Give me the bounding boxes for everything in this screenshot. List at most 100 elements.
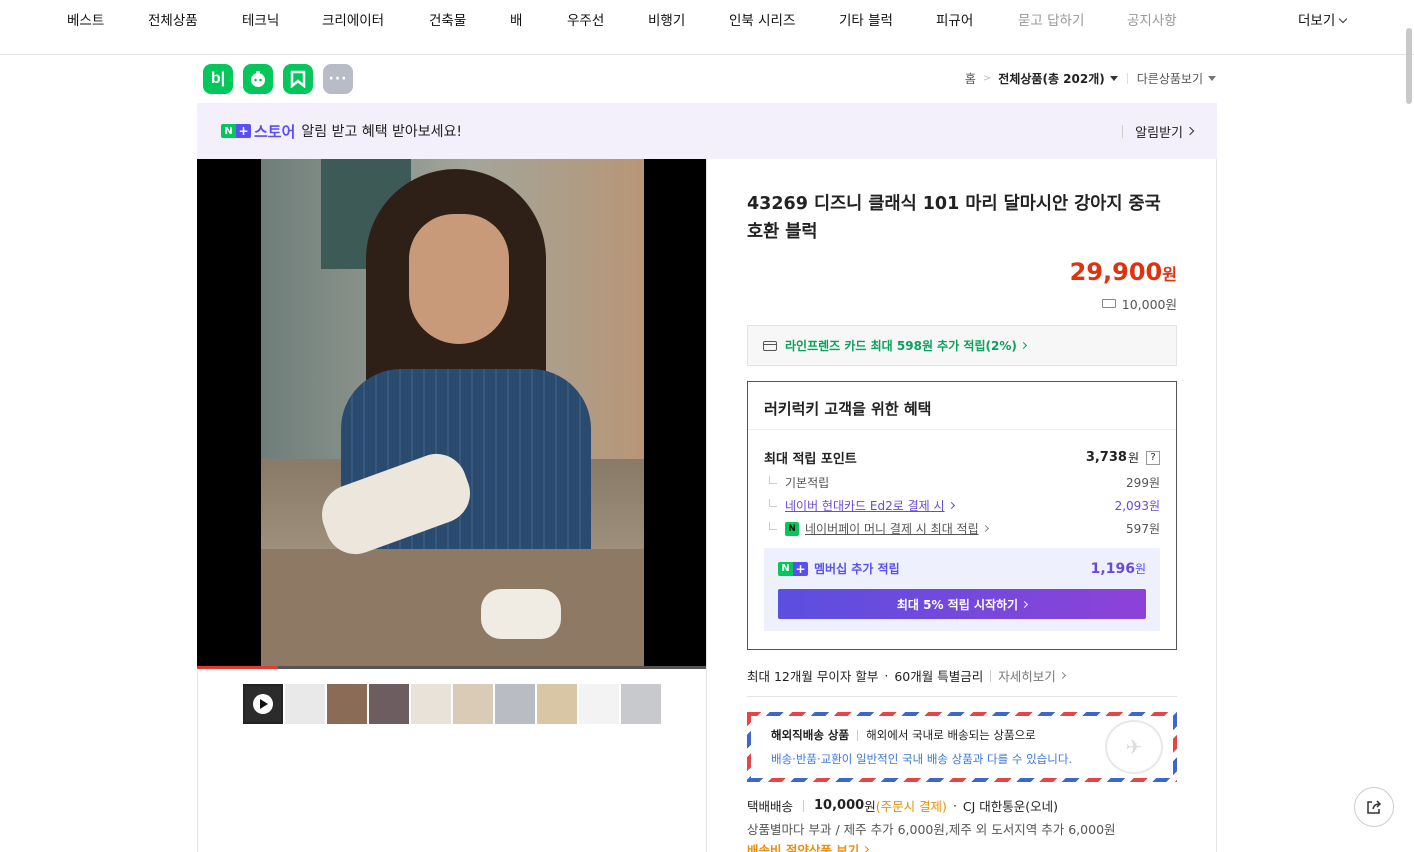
membership-box: N + 멤버십 추가 적립 1,196원 최대 5% 적립 시작하기 [764, 548, 1160, 631]
max-points-row: 최대 적립 포인트 3,738 원? [764, 448, 1160, 467]
video-progress-bar[interactable] [197, 666, 706, 669]
breadcrumb-divider [1126, 73, 1128, 84]
nav-item-best[interactable]: 베스트 [67, 9, 104, 29]
naver-n-icon: N [778, 561, 793, 576]
max-points-value: 3,738 [1085, 450, 1127, 465]
delivery-info: 택배배송 10,000 원 (주문시 결제) · CJ 대한통운(오네) [747, 796, 1058, 815]
breadcrumb-other-products[interactable]: 다른상품보기 [1137, 70, 1203, 87]
store-label: 스토어 [254, 122, 296, 141]
talktalk-icon[interactable] [243, 64, 273, 94]
nav-item-ship[interactable]: 배 [510, 9, 522, 29]
product-thumbnail[interactable] [579, 684, 619, 724]
breadcrumb-category[interactable]: 전체상품 [998, 70, 1042, 87]
product-thumbnail[interactable] [369, 684, 409, 724]
chevron-right-icon [1019, 341, 1027, 350]
bookmark-shape-icon [290, 70, 306, 88]
photo-table [261, 549, 644, 669]
product-thumbnail[interactable] [243, 684, 283, 724]
subscribe-alert-label: 알림받기 [1135, 125, 1183, 141]
tree-branch-icon [769, 475, 777, 484]
nav-item-figure[interactable]: 피규어 [936, 9, 973, 29]
max-points-label: 최대 적립 포인트 [764, 452, 857, 467]
share-button[interactable] [1354, 787, 1394, 827]
delivery-fee-note: 상품별마다 부과 / 제주 추가 6,000원,제주 외 도서지역 추가 6,0… [747, 822, 1116, 837]
breadcrumb: 홈 > 전체상품 (총 202개) 다른상품보기 [965, 70, 1216, 87]
banner-divider [1122, 124, 1124, 138]
benefit-row-hyundai-card[interactable]: 네이버 현대카드 Ed2로 결제 시 2,093원 [764, 497, 1160, 514]
installment-text: 최대 12개월 무이자 할부 [747, 669, 879, 684]
nav-item-spaceship[interactable]: 우주선 [567, 9, 604, 29]
product-thumbnail[interactable] [621, 684, 661, 724]
chevron-right-icon [1185, 126, 1195, 136]
nav-item-other-blocks[interactable]: 기타 블럭 [839, 9, 893, 29]
breadcrumb-home[interactable]: 홈 [965, 70, 976, 87]
bullet-dot: · [884, 668, 889, 683]
benefit-row-basic: 기본적립 299원 [764, 474, 1160, 491]
photo-lego-house [481, 589, 561, 639]
truck-icon [1101, 299, 1116, 308]
installment-info: 최대 12개월 무이자 할부 · 60개월 특별금리 자세히보기 [747, 666, 1066, 685]
product-thumbnail[interactable] [495, 684, 535, 724]
nav-item-architecture[interactable]: 건축물 [429, 9, 466, 29]
nav-item-inbook-series[interactable]: 인북 시리즈 [729, 9, 795, 29]
product-thumbnail[interactable] [285, 684, 325, 724]
card-promo-text: 라인프렌즈 카드 최대 598원 추가 적립(2%) [785, 339, 1017, 353]
delivery-divider [803, 799, 805, 812]
nav-item-airplane[interactable]: 비행기 [648, 9, 685, 29]
installment-divider [990, 669, 992, 682]
bookmark-icon[interactable] [283, 64, 313, 94]
page-scrollbar[interactable] [1406, 28, 1412, 104]
benefit-row-label[interactable]: 네이버페이 머니 결제 시 최대 적립 [805, 520, 979, 537]
installment-more-link[interactable]: 자세히보기 [998, 666, 1066, 685]
shipping-saving-link[interactable]: 배송비 절약상품 보기 [747, 840, 870, 852]
membership-start-button[interactable]: 최대 5% 적립 시작하기 [778, 589, 1146, 619]
membership-cta-label: 최대 5% 적립 시작하기 [896, 597, 1019, 612]
product-photo [261, 159, 644, 669]
airplane-icon: ✈ [1125, 735, 1143, 759]
help-icon[interactable]: ? [1146, 450, 1160, 465]
chevron-right-icon [947, 501, 955, 510]
plus-icon: + [793, 561, 808, 576]
chevron-right-icon [862, 845, 870, 852]
nav-item-notice[interactable]: 공지사항 [1127, 9, 1177, 29]
breadcrumb-separator-icon: > [982, 73, 992, 84]
overseas-shipping-note: 배송·반품·교환이 일반적인 국내 배송 상품과 다를 수 있습니다. [771, 752, 1073, 766]
caret-down-icon[interactable] [1208, 76, 1216, 81]
overseas-shipping-desc: 해외에서 국내로 배송되는 상품으로 [866, 728, 1036, 742]
membership-unit: 원 [1134, 562, 1146, 576]
card-promo-banner[interactable]: 라인프렌즈 카드 최대 598원 추가 적립(2%) [747, 325, 1177, 366]
nav-more-button[interactable]: 더보기 [1298, 9, 1348, 29]
play-icon [253, 694, 273, 714]
price-unit: 원 [1162, 265, 1177, 284]
plus-icon: + [236, 124, 251, 138]
nav-item-creator[interactable]: 크리에이터 [322, 9, 384, 29]
benefit-row-label[interactable]: 네이버 현대카드 Ed2로 결제 시 [785, 497, 945, 514]
nav-item-qna[interactable]: 묻고 답하기 [1018, 9, 1084, 29]
product-price: 29,900원 [1070, 258, 1177, 286]
store-notification-banner: N + 스토어 알림 받고 혜택 받아보세요! 알림받기 [197, 103, 1217, 159]
photo-person-face [409, 214, 509, 344]
video-progress-fill [197, 666, 279, 669]
subscribe-alert-button[interactable]: 알림받기 [1122, 122, 1195, 141]
chevron-right-icon [981, 524, 989, 533]
product-thumbnail[interactable] [537, 684, 577, 724]
membership-label: 멤버십 추가 적립 [814, 562, 900, 576]
naver-pay-icon: N [785, 521, 799, 536]
nav-item-technic[interactable]: 테크닉 [242, 9, 279, 29]
product-thumbnail[interactable] [411, 684, 451, 724]
product-thumbnail[interactable] [327, 684, 367, 724]
product-main-video[interactable] [197, 159, 706, 669]
breadcrumb-count: (총 202개) [1042, 72, 1105, 86]
more-apps-icon[interactable]: ··· [323, 64, 353, 94]
blog-icon[interactable]: b| [203, 64, 233, 94]
shipping-fee: 10,000원 [1101, 294, 1177, 313]
product-title: 43269 디즈니 클래식 101 마리 달마시안 강아지 중국 호환 블럭 [747, 194, 1161, 242]
delivery-payment: (주문시 결제) [875, 799, 947, 814]
top-nav: 베스트 전체상품 테크닉 크리에이터 건축물 배 우주선 비행기 인북 시리즈 … [0, 0, 1414, 55]
installment-special: 60개월 특별금리 [894, 669, 984, 684]
product-thumbnail[interactable] [453, 684, 493, 724]
blog-icon-label: b| [210, 70, 226, 87]
nav-item-all-products[interactable]: 전체상품 [148, 9, 198, 29]
caret-down-icon[interactable] [1109, 76, 1118, 81]
benefit-row-npay-money[interactable]: N 네이버페이 머니 결제 시 최대 적립 597원 [764, 520, 1160, 537]
